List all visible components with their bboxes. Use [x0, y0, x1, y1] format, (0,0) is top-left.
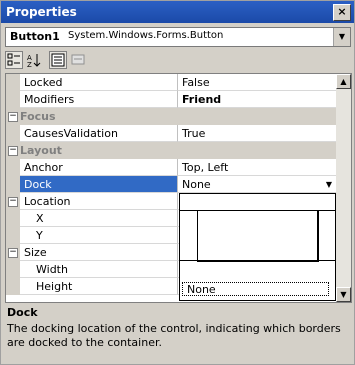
dock-none-option[interactable]: None	[182, 282, 329, 296]
category-focus[interactable]: − Focus	[6, 108, 336, 125]
scroll-down-icon[interactable]: ▼	[336, 287, 351, 302]
description-title: Dock	[7, 306, 38, 319]
dock-left-option[interactable]	[180, 210, 198, 260]
scroll-up-icon[interactable]: ▲	[336, 74, 351, 89]
alphabetical-button[interactable]: A Z	[25, 51, 43, 69]
property-row-modifiers[interactable]: Modifiers Friend	[6, 91, 336, 108]
properties-window: Properties × Button1 System.Windows.Form…	[0, 0, 355, 365]
dock-top-option[interactable]	[180, 194, 335, 211]
dock-value: None	[182, 178, 211, 191]
chevron-down-icon[interactable]: ▼	[333, 28, 350, 46]
categorized-icon	[7, 53, 20, 66]
property-name: X	[20, 210, 178, 227]
window-title: Properties	[6, 5, 77, 19]
property-name: Dock	[20, 176, 178, 193]
collapse-icon[interactable]: −	[8, 248, 18, 258]
categorized-button[interactable]	[5, 51, 23, 69]
object-name: Button1	[10, 30, 60, 43]
vertical-scrollbar[interactable]: ▲ ▼	[336, 74, 351, 302]
property-value[interactable]: Top, Left	[178, 159, 336, 176]
property-value[interactable]: Friend	[178, 91, 336, 108]
property-row-causesvalidation[interactable]: CausesValidation True	[6, 125, 336, 142]
description-text: The docking location of the control, ind…	[7, 322, 341, 349]
category-layout[interactable]: − Layout	[6, 142, 336, 159]
property-value[interactable]: True	[178, 125, 336, 142]
chevron-down-icon[interactable]: ▼	[326, 176, 332, 193]
svg-text:Z: Z	[27, 61, 32, 68]
category-name: Focus	[20, 110, 56, 123]
property-value[interactable]: None ▼	[178, 176, 336, 193]
close-button[interactable]: ×	[333, 4, 351, 21]
property-name: CausesValidation	[20, 125, 178, 142]
collapse-icon[interactable]: −	[8, 112, 18, 122]
property-row-dock[interactable]: Dock None ▼	[6, 176, 336, 193]
property-value[interactable]: False	[178, 74, 336, 91]
title-bar: Properties ×	[1, 1, 354, 23]
dock-fill-option[interactable]	[197, 210, 319, 262]
dock-right-option[interactable]	[317, 210, 335, 260]
properties-button[interactable]	[49, 51, 67, 69]
collapse-icon[interactable]: −	[8, 146, 18, 156]
collapse-icon[interactable]: −	[8, 197, 18, 207]
events-button[interactable]	[69, 51, 87, 69]
property-name: Width	[20, 261, 178, 278]
property-name: Modifiers	[20, 91, 178, 108]
object-selector[interactable]: Button1 System.Windows.Forms.Button ▼	[5, 27, 351, 47]
object-type: System.Windows.Forms.Button	[68, 30, 224, 41]
property-grid: Locked False Modifiers Friend − Focus Ca…	[5, 73, 352, 303]
property-name: Height	[20, 278, 178, 295]
property-name: Locked	[20, 74, 178, 91]
events-icon	[71, 54, 85, 65]
category-name: Layout	[20, 144, 62, 157]
property-name: Location	[20, 193, 178, 210]
properties-icon	[51, 53, 65, 67]
property-name: Size	[20, 244, 178, 261]
dock-bottom-option[interactable]	[180, 260, 335, 278]
alphabetical-icon: A Z	[27, 54, 41, 69]
description-panel: Dock The docking location of the control…	[5, 304, 350, 362]
property-row-locked[interactable]: Locked False	[6, 74, 336, 91]
property-name: Y	[20, 227, 178, 244]
property-name: Anchor	[20, 159, 178, 176]
property-row-anchor[interactable]: Anchor Top, Left	[6, 159, 336, 176]
dock-picker[interactable]: None	[179, 193, 336, 301]
